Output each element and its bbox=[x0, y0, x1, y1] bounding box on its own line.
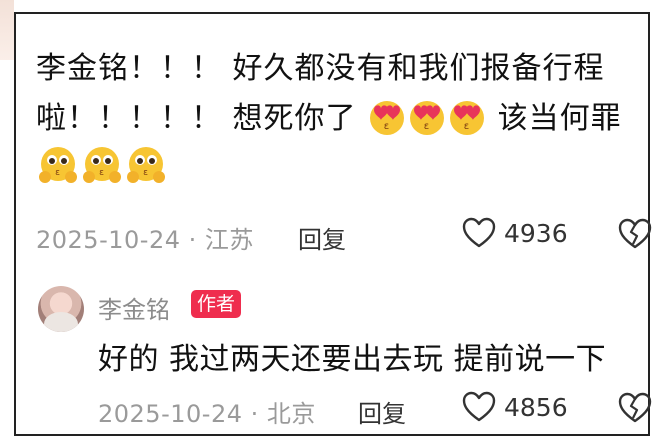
comment-card: 李金铭！！！ 好久都没有和我们报备行程 啦！！！！！ 想死你了 ε ε ε 该当… bbox=[14, 12, 652, 436]
comment-dislike-button[interactable] bbox=[618, 218, 652, 254]
heart-icon bbox=[462, 391, 496, 422]
svg-text:ε: ε bbox=[55, 168, 61, 178]
pleading-emoji-icon: ε bbox=[37, 144, 79, 186]
comment-text-line-2b: 该当何罪 bbox=[497, 101, 622, 136]
pleading-emoji-icon: ε bbox=[125, 144, 167, 186]
svg-text:ε: ε bbox=[464, 121, 470, 132]
comment-body: 李金铭！！！ 好久都没有和我们报备行程 啦！！！！！ 想死你了 ε ε ε 该当… bbox=[36, 44, 636, 194]
heart-icon bbox=[462, 217, 496, 248]
comment-text-line-2a: 啦！！！！！ 想死你了 bbox=[36, 101, 357, 136]
svg-text:ε: ε bbox=[424, 121, 430, 132]
author-badge: 作者 bbox=[191, 290, 242, 318]
background-corner bbox=[0, 0, 14, 60]
reply-author-name[interactable]: 李金铭 bbox=[98, 290, 170, 325]
pleading-emoji-icon: ε bbox=[81, 144, 123, 186]
svg-text:ε: ε bbox=[99, 168, 105, 178]
reply-date-location: 2025-10-24 · 北京 bbox=[98, 400, 316, 428]
heart-eyes-emoji-icon: ε bbox=[408, 98, 446, 136]
reply-like-count: 4856 bbox=[504, 392, 568, 422]
comment-like-count: 4936 bbox=[504, 218, 568, 248]
reply-like-button[interactable]: 4856 bbox=[462, 391, 568, 423]
heart-eyes-emoji-icon: ε bbox=[448, 98, 486, 136]
author-avatar[interactable] bbox=[38, 286, 84, 332]
reply-body: 好的 我过两天还要出去玩 提前说一下 bbox=[98, 342, 607, 377]
heart-eyes-emoji-icon: ε bbox=[368, 98, 406, 136]
broken-heart-icon bbox=[618, 218, 652, 249]
comment-reply-button[interactable]: 回复 bbox=[298, 220, 346, 255]
svg-text:ε: ε bbox=[143, 168, 149, 178]
comment-date-location: 2025-10-24 · 江苏 bbox=[36, 226, 254, 254]
comment-text-line-1: 李金铭！！！ 好久都没有和我们报备行程 bbox=[36, 51, 605, 86]
svg-text:ε: ε bbox=[384, 121, 390, 132]
reply-reply-button[interactable]: 回复 bbox=[358, 394, 406, 429]
broken-heart-icon bbox=[618, 392, 652, 423]
comment-like-button[interactable]: 4936 bbox=[462, 217, 568, 249]
reply-dislike-button[interactable] bbox=[618, 392, 652, 428]
